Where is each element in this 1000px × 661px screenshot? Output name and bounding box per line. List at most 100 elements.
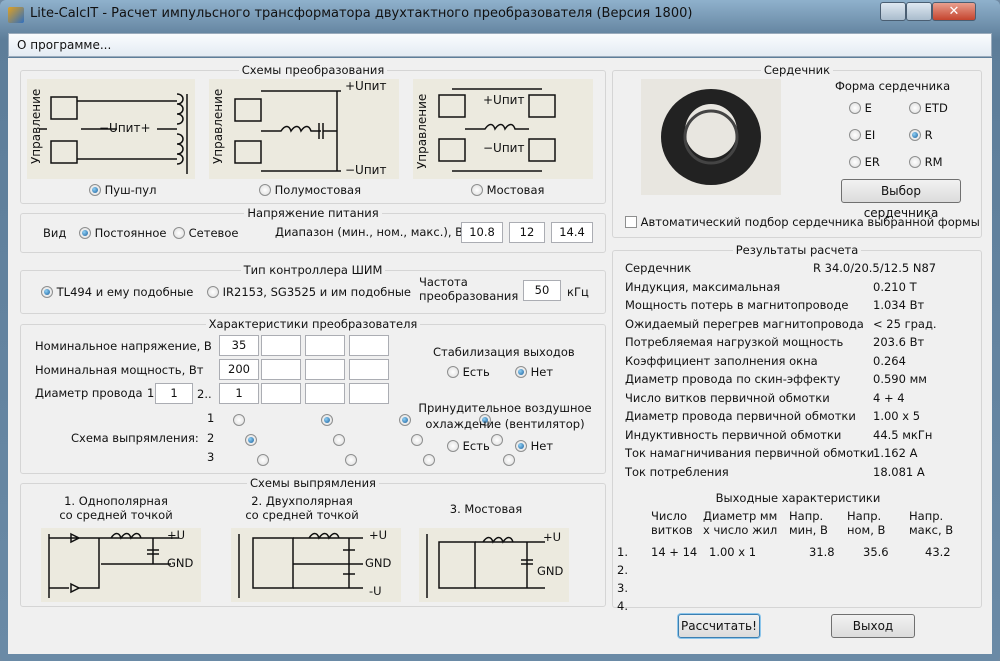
- core-shape-radio-ei[interactable]: EI: [849, 128, 875, 142]
- nominal-voltage-input-1[interactable]: 35: [219, 335, 259, 356]
- output-header: Напр.: [909, 509, 944, 523]
- freq-label: Частота: [419, 275, 468, 289]
- core-group: Сердечник Форма сердечника E ETD EI R ER…: [612, 63, 982, 238]
- voltage-nom-input[interactable]: 12: [509, 222, 545, 243]
- dc-radio[interactable]: Постоянное: [79, 226, 166, 240]
- results-group: Результаты расчета Сердечник R 34.0/20.5/…: [612, 243, 982, 613]
- rectifier-radio-out3-scheme2[interactable]: [411, 434, 423, 446]
- nominal-voltage-input-2[interactable]: [261, 335, 301, 356]
- output-cell: 1.00 x 1: [709, 545, 757, 559]
- menu-bar: О программе...: [8, 33, 992, 57]
- rectifier-radio-out2-scheme2[interactable]: [333, 434, 345, 446]
- rectifier-radio-out4-scheme3[interactable]: [503, 454, 515, 466]
- voltage-min-input[interactable]: 10.8: [461, 222, 503, 243]
- rectifier-radio-out1-scheme2[interactable]: [245, 434, 257, 446]
- core-shape-radio-rm[interactable]: RM: [909, 155, 943, 169]
- rectifier-radio-out1-scheme1[interactable]: [233, 414, 245, 426]
- result-value: 0.210 Т: [873, 279, 917, 294]
- rect-scheme-1-subtitle: со средней точкой: [59, 508, 173, 522]
- result-label: Ток намагничивания первичной обмотки: [625, 446, 875, 460]
- stabilization-no-radio[interactable]: Нет: [515, 365, 553, 379]
- core-shape-radio-er[interactable]: ER: [849, 155, 880, 169]
- rectifier-schemes-title: Схемы выпрямления: [247, 476, 379, 490]
- result-value: 0.264: [873, 353, 906, 368]
- output-header: х число жил: [703, 523, 778, 537]
- output-cell: 31.8: [809, 545, 835, 559]
- result-value: 203.6 Вт: [873, 335, 925, 349]
- rectifier-radio-out3-scheme1[interactable]: [399, 414, 411, 426]
- nominal-power-input-4[interactable]: [349, 359, 389, 380]
- converter-group: Характеристики преобразователя Номинальн…: [20, 317, 606, 474]
- wire-diameter-input-1[interactable]: 1: [219, 383, 259, 404]
- rect-row-1: 1: [207, 411, 215, 425]
- scheme-half-bridge-radio[interactable]: Полумостовая: [259, 183, 361, 197]
- rect-scheme-1-diagram: +U GND: [41, 528, 201, 602]
- nominal-voltage-input-4[interactable]: [349, 335, 389, 356]
- wire-diameter-input-3[interactable]: [305, 383, 345, 404]
- close-button[interactable]: ✕: [932, 2, 976, 21]
- scheme-bridge-radio[interactable]: Мостовая: [471, 183, 544, 197]
- calculate-button[interactable]: Рассчитать!: [678, 614, 760, 638]
- nominal-power-input-3[interactable]: [305, 359, 345, 380]
- freq-label-2: преобразования: [419, 289, 519, 303]
- result-value: 44.5 мкГн: [873, 427, 933, 442]
- frequency-input[interactable]: 50: [523, 280, 561, 301]
- nominal-power-input-1[interactable]: 200: [219, 359, 259, 380]
- wire-diameter-input-4[interactable]: [349, 383, 389, 404]
- mains-radio[interactable]: Сетевое: [173, 226, 238, 240]
- cooling-no-radio[interactable]: Нет: [515, 439, 553, 453]
- rectifier-radio-out3-scheme3[interactable]: [423, 454, 435, 466]
- auto-core-checkbox[interactable]: Автоматический подбор сердечника выбранн…: [625, 215, 980, 229]
- result-label: Мощность потерь в магнитопроводе: [625, 298, 849, 312]
- stabilization-label: Стабилизация выходов: [433, 345, 575, 359]
- output-header: Напр.: [789, 509, 824, 523]
- scheme-push-pull-diagram: Управление −Uпит+: [27, 79, 195, 179]
- supply-title: Напряжение питания: [244, 206, 382, 220]
- rectifier-label: Схема выпрямления:: [71, 431, 199, 445]
- result-value: 1.00 x 5: [873, 409, 921, 423]
- wire-1-index: 1: [147, 386, 155, 400]
- result-label: Ожидаемый перегрев магнитопровода: [625, 316, 864, 331]
- stabilization-yes-radio[interactable]: Есть: [447, 365, 490, 379]
- output-header: мин, В: [789, 523, 828, 537]
- rectifier-radio-out2-scheme3[interactable]: [345, 454, 357, 466]
- rectifier-radio-out4-scheme2[interactable]: [491, 434, 503, 446]
- client-area: Схемы преобразования Управление −Uпит+ П…: [8, 58, 992, 654]
- wire-diameter-input-2[interactable]: [261, 383, 301, 404]
- output-row-index: 4.: [617, 599, 628, 613]
- core-image: [641, 79, 781, 195]
- plus-label: +U: [167, 528, 186, 542]
- core-shape-radio-r[interactable]: R: [909, 128, 933, 142]
- maximize-button[interactable]: [906, 2, 932, 21]
- pwm-title: Тип контроллера ШИМ: [240, 263, 386, 277]
- menu-about[interactable]: О программе...: [17, 38, 111, 52]
- result-value: 4 + 4: [873, 390, 905, 405]
- scheme-push-pull-radio[interactable]: Пуш-пул: [89, 183, 156, 197]
- output-cell: 14 + 14: [651, 545, 698, 559]
- rect-scheme-3-diagram: +U GND: [419, 528, 569, 602]
- schemes-group: Схемы преобразования Управление −Uпит+ П…: [20, 63, 606, 204]
- plus-supply-label: +Uпит: [483, 93, 525, 107]
- minimize-button[interactable]: [880, 2, 906, 21]
- tl494-radio[interactable]: TL494 и ему подобные: [41, 285, 193, 299]
- result-label: Ток потребления: [625, 464, 729, 479]
- ir2153-radio[interactable]: IR2153, SG3525 и им подобные: [207, 285, 411, 299]
- app-icon: [8, 7, 24, 23]
- cooling-yes-radio[interactable]: Есть: [447, 439, 490, 453]
- voltage-max-input[interactable]: 14.4: [551, 222, 593, 243]
- result-value: 1.034 Вт: [873, 298, 925, 312]
- rectifier-radio-out2-scheme1[interactable]: [321, 414, 333, 426]
- nominal-voltage-input-3[interactable]: [305, 335, 345, 356]
- rectifier-radio-out1-scheme3[interactable]: [257, 454, 269, 466]
- gnd-label: GND: [365, 556, 392, 570]
- wire-diameter-primary-input[interactable]: 1: [155, 383, 193, 404]
- result-label: Коэффициент заполнения окна: [625, 353, 818, 368]
- rect-scheme-2-diagram: +U GND -U: [231, 528, 401, 602]
- nominal-power-input-2[interactable]: [261, 359, 301, 380]
- output-row-index: 3.: [617, 581, 628, 595]
- choose-core-button[interactable]: Выбор сердечника: [841, 179, 961, 220]
- core-shape-radio-etd[interactable]: ETD: [909, 101, 948, 115]
- output-header: ном, В: [847, 523, 886, 537]
- core-shape-radio-e[interactable]: E: [849, 101, 872, 115]
- exit-button[interactable]: Выход: [831, 614, 915, 638]
